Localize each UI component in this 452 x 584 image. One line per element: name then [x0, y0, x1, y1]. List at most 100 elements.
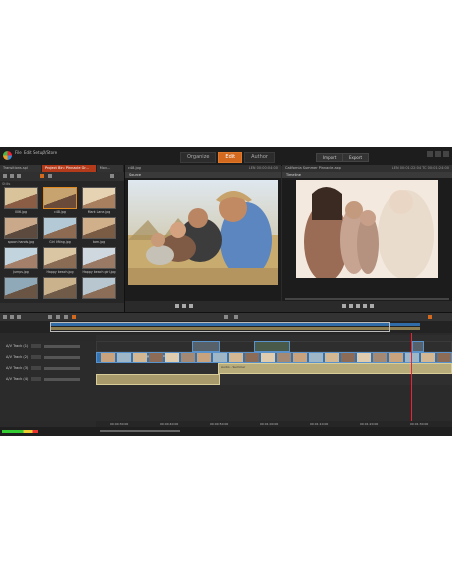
thumbnail-image [43, 217, 77, 239]
tab-edit[interactable]: Edit [218, 152, 243, 163]
clip-frame-thumbnail [213, 353, 227, 362]
library-thumbnail[interactable] [82, 277, 116, 306]
audio-icon[interactable] [64, 315, 68, 319]
track-volume-slider[interactable] [44, 345, 80, 348]
clip-overlay[interactable] [192, 341, 220, 352]
export-button[interactable]: Export [342, 153, 370, 162]
search-icon[interactable] [110, 174, 114, 178]
source-tab[interactable]: Source [125, 172, 281, 178]
thumbnail-image [43, 187, 77, 209]
library-panel: Transitions.spl Project Bin: Pinnacle Gr… [0, 165, 125, 312]
tab-author[interactable]: Author [244, 152, 275, 163]
source-controls [125, 301, 281, 312]
maximize-icon[interactable] [435, 151, 441, 157]
library-thumbnail[interactable]: Happy beach girl.jpg [82, 247, 116, 276]
tab-movies[interactable]: Mov... [96, 165, 125, 172]
timeline-tab[interactable]: Timeline [282, 172, 452, 178]
scissors-icon[interactable] [10, 315, 14, 319]
clip-audio[interactable]: Audio - Summer [218, 363, 452, 374]
magnet-icon[interactable] [48, 315, 52, 319]
library-thumbnail[interactable]: Happy beach.jpg [43, 247, 77, 276]
forward-icon[interactable] [189, 304, 193, 308]
timeline-tab-label: Timeline [286, 173, 301, 177]
pinnacle-studio-window: File Edit Setup ?/Store Organize Edit Au… [0, 147, 452, 436]
girls-beach-image [296, 180, 438, 278]
delete-icon[interactable] [17, 315, 21, 319]
play-icon[interactable] [182, 304, 186, 308]
end-icon[interactable] [370, 304, 374, 308]
clip-frame-thumbnail [357, 353, 371, 362]
library-thumbnail[interactable]: Jumps.jpg [4, 247, 38, 276]
track-volume-slider[interactable] [44, 378, 80, 381]
thumbnail-image [43, 247, 77, 269]
menu-store[interactable]: ?/Store [43, 150, 57, 155]
timecode-label: 00:01:00:00 [260, 422, 279, 426]
track-volume-slider[interactable] [44, 356, 80, 359]
playhead[interactable] [411, 333, 412, 421]
tab-project-bin[interactable]: Project Bin: Pinnacle Gr... [41, 165, 97, 172]
mark-in-icon[interactable] [234, 315, 238, 319]
import-button[interactable]: Import [316, 153, 344, 162]
menu-file[interactable]: File [15, 150, 22, 155]
clip-frame-thumbnail [373, 353, 387, 362]
track-name: A/V Track (1) [6, 344, 29, 348]
star-icon[interactable] [40, 174, 44, 178]
timeline-scrollbar[interactable] [100, 430, 180, 432]
source-filename: c48.jpg [128, 166, 141, 170]
track-volume-slider[interactable] [44, 367, 80, 370]
thumbnail-caption: Happy beach girl.jpg [82, 270, 116, 274]
settings-icon[interactable] [3, 315, 7, 319]
zoom-icon[interactable] [428, 315, 432, 319]
play-icon[interactable] [356, 304, 360, 308]
menu-edit[interactable]: Edit [24, 150, 32, 155]
thumbnail-caption: Mark Lane.jpg [87, 210, 111, 214]
clip-frame-thumbnail [437, 353, 451, 362]
minimize-icon[interactable] [427, 151, 433, 157]
forward-icon[interactable] [17, 174, 21, 178]
navigator[interactable] [0, 321, 452, 333]
library-thumbnail[interactable] [4, 277, 38, 306]
clip-main-video[interactable]: Nothing but summer [96, 352, 452, 363]
marker-icon[interactable] [72, 315, 76, 319]
library-thumbnail[interactable]: Girl lifting.jpg [43, 217, 77, 246]
play-icon[interactable] [224, 315, 228, 319]
close-icon[interactable] [443, 151, 449, 157]
library-thumbnail[interactable] [43, 277, 77, 306]
navigator-viewport[interactable] [50, 322, 390, 332]
library-thumbnail[interactable]: 006.jpg [4, 187, 38, 216]
thumbnail-image [82, 247, 116, 269]
clip-frame-thumbnail [133, 353, 147, 362]
back-icon[interactable] [10, 174, 14, 178]
preview-scrubber[interactable] [285, 298, 449, 300]
folder-icon[interactable] [3, 174, 7, 178]
clip-frame-thumbnail [149, 353, 163, 362]
library-thumbnail[interactable]: tom.jpg [82, 217, 116, 246]
clip-frame-thumbnail [165, 353, 179, 362]
source-player: c48.jpg LEN 00:00:04:00 Source [125, 165, 281, 312]
clip-overlay[interactable] [412, 341, 424, 352]
clip-music[interactable] [96, 374, 220, 385]
thumbnail-caption: Happy beach.jpg [46, 270, 74, 274]
library-thumbnail[interactable]: spoon hands.jpg [4, 217, 38, 246]
preview-video-frame [296, 180, 438, 278]
library-toolbar [0, 172, 124, 181]
thumbnail-caption: Girl lifting.jpg [49, 240, 71, 244]
start-icon[interactable] [342, 304, 346, 308]
thumbnail-image [82, 217, 116, 239]
rewind-icon[interactable] [175, 304, 179, 308]
tab-transitions[interactable]: Transitions.spl [0, 165, 42, 172]
thumbnail-image [4, 217, 38, 239]
forward-icon[interactable] [363, 304, 367, 308]
thumbnail-caption: tom.jpg [92, 240, 106, 244]
text-icon[interactable] [56, 315, 60, 319]
thumbnail-caption: Jumps.jpg [13, 270, 29, 274]
library-thumbnail[interactable]: Mark Lane.jpg [82, 187, 116, 216]
clip-frame-thumbnail [309, 353, 323, 362]
clip-overlay[interactable] [254, 341, 290, 352]
filter-icon[interactable] [48, 174, 52, 178]
rewind-icon[interactable] [349, 304, 353, 308]
tab-organize[interactable]: Organize [180, 152, 217, 163]
library-thumbnail[interactable]: c48.jpg [43, 187, 77, 216]
clip-frame-thumbnail [405, 353, 419, 362]
library-section-title: Stills [2, 182, 11, 186]
